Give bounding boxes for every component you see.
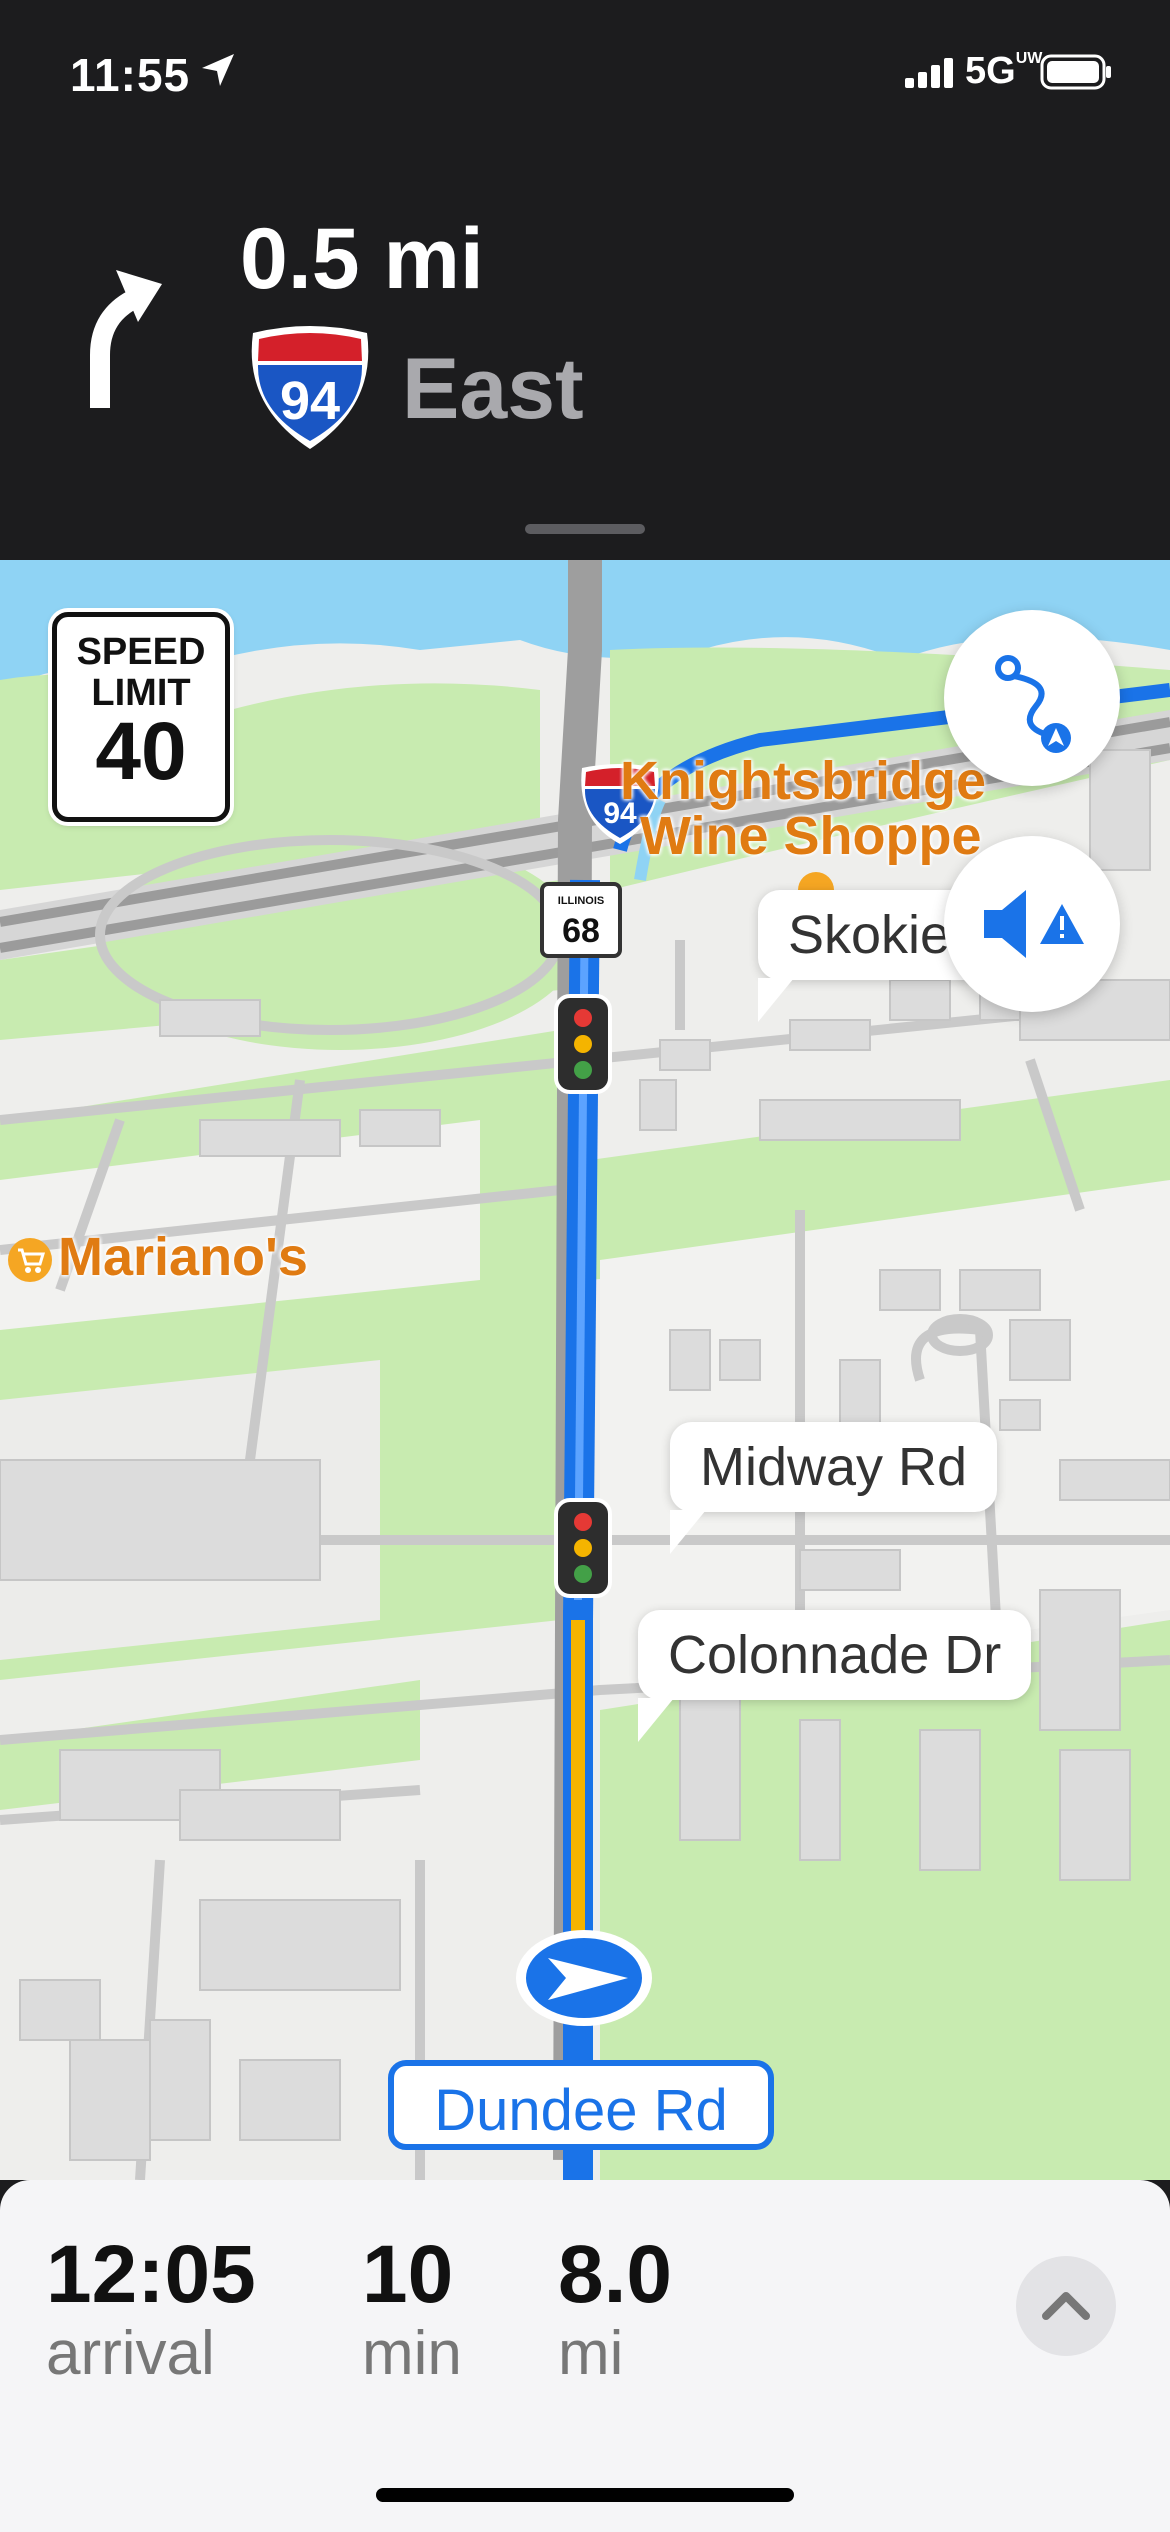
duration-label: min	[362, 2319, 462, 2388]
distance-label: mi	[558, 2319, 624, 2388]
speed-limit-label-1: SPEED	[76, 631, 206, 673]
location-arrow-icon	[202, 54, 234, 86]
illinois-route-shield-icon: ILLINOIS 68	[540, 882, 622, 958]
traffic-light-icon	[554, 994, 612, 1094]
battery-icon	[1040, 54, 1111, 90]
map-view[interactable]: ILLINOIS 68 94 SPEED LIMIT 40 Knightsbri…	[0, 560, 1170, 2180]
traffic-light-icon	[554, 1498, 612, 1598]
callout-colonnade-dr[interactable]: Colonnade Dr	[638, 1610, 1032, 1742]
signal-icon	[905, 58, 953, 88]
banner-grabber[interactable]	[525, 524, 645, 534]
poi-label-wine-shoppe[interactable]: Wine Shoppe	[640, 805, 982, 867]
interstate-shield-icon: 94	[251, 326, 369, 449]
speed-limit-sign: SPEED LIMIT 40	[52, 612, 230, 822]
turn-left-icon	[90, 270, 162, 408]
status-bar: 11:55 5GUW	[0, 0, 1170, 150]
home-indicator[interactable]	[376, 2488, 794, 2502]
duration-value: 10	[362, 2229, 454, 2320]
navigation-banner[interactable]: 0.5 mi 94 East	[0, 150, 1170, 560]
trip-info-tray[interactable]: 12:05 arrival 10 min 8.0 mi	[0, 2180, 1170, 2532]
audio-alert-button[interactable]	[944, 836, 1120, 1012]
network-label: 5GUW	[965, 50, 1043, 92]
expand-tray-button[interactable]	[1016, 2256, 1116, 2356]
callout-midway-rd[interactable]: Midway Rd	[670, 1422, 998, 1554]
audio-alert-icon	[984, 890, 1084, 958]
maneuver-direction: East	[402, 341, 584, 437]
arrival-label: arrival	[46, 2319, 215, 2388]
arrival-time: 12:05	[46, 2229, 256, 2320]
maneuver-distance: 0.5 mi	[240, 211, 484, 307]
poi-label-knightsbridge[interactable]: Knightsbridge	[620, 750, 986, 812]
shopping-cart-icon	[8, 1238, 52, 1282]
current-location-puck-icon	[516, 1930, 652, 2026]
speed-limit-value: 40	[95, 706, 187, 797]
status-time: 11:55	[70, 49, 191, 101]
shield-number: 94	[280, 371, 340, 431]
distance-stat: 8.0 mi	[558, 2228, 672, 2389]
current-road-label: Dundee Rd	[388, 2060, 774, 2150]
chevron-up-icon	[1042, 2292, 1090, 2320]
route-overview-icon	[995, 655, 1071, 753]
svg-text:ILLINOIS: ILLINOIS	[558, 895, 604, 907]
svg-text:68: 68	[562, 912, 600, 950]
distance-value: 8.0	[558, 2229, 672, 2320]
route-overview-button[interactable]	[944, 610, 1120, 786]
duration-stat: 10 min	[362, 2228, 462, 2389]
arrival-stat: 12:05 arrival	[46, 2228, 256, 2389]
poi-label-marianos[interactable]: Mariano's	[58, 1226, 308, 1288]
